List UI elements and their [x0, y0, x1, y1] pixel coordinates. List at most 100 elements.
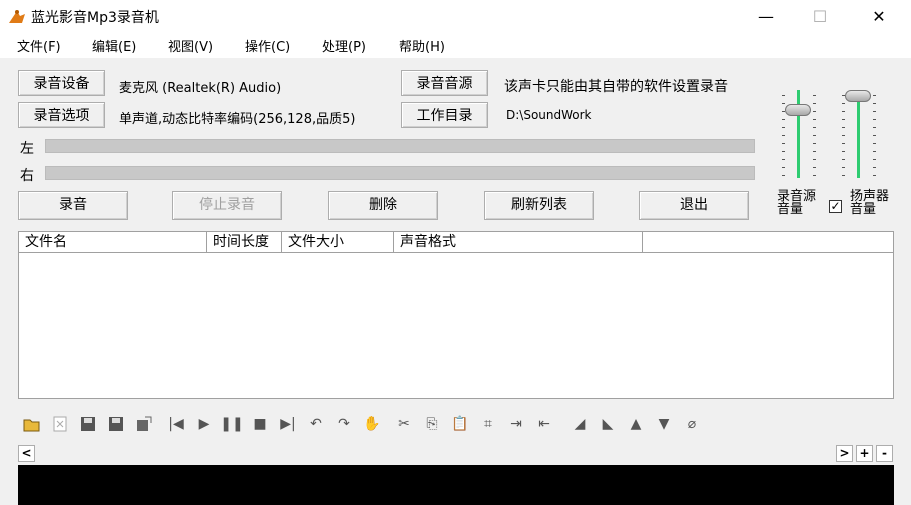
slider-tick: [813, 175, 816, 176]
column-file-size[interactable]: 文件大小: [282, 232, 394, 253]
record-options-button[interactable]: 录音选项: [18, 102, 105, 128]
record-button[interactable]: 录音: [18, 191, 128, 220]
open-icon[interactable]: [22, 414, 42, 434]
clear-icon[interactable]: ⌀: [682, 414, 702, 434]
slider-tick: [813, 103, 816, 104]
slider-tick: [873, 175, 876, 176]
maximize-button[interactable]: ☐: [797, 0, 843, 32]
skip-end-icon[interactable]: ▶|: [278, 414, 298, 434]
zoom-plus-button[interactable]: +: [856, 445, 873, 462]
speaker-volume-slider[interactable]: [845, 90, 871, 102]
stop-record-button[interactable]: 停止录音: [172, 191, 282, 220]
export-icon[interactable]: [134, 414, 154, 434]
slider-tick: [873, 111, 876, 112]
record-source-value: 该声卡只能由其自带的软件设置录音: [504, 79, 728, 95]
slider-tick: [873, 103, 876, 104]
close-button[interactable]: ✕: [856, 0, 902, 32]
fade-in-icon[interactable]: ◢: [570, 414, 590, 434]
delete-button[interactable]: 删除: [328, 191, 438, 220]
slider-tick: [782, 159, 785, 160]
hand-icon[interactable]: ✋: [362, 414, 382, 434]
zoom-out-icon[interactable]: ⇤: [534, 414, 554, 434]
slider-tick: [842, 159, 845, 160]
refresh-list-button[interactable]: 刷新列表: [484, 191, 594, 220]
save-as-icon[interactable]: [106, 414, 126, 434]
source-volume-label-line2: 音量: [777, 202, 804, 217]
volume-down-icon[interactable]: ▼: [654, 414, 674, 434]
slider-tick: [842, 119, 845, 120]
save-icon[interactable]: [78, 414, 98, 434]
slider-tick: [782, 103, 785, 104]
slider-tick: [813, 127, 816, 128]
menu-help[interactable]: 帮助(H): [399, 36, 445, 55]
redo-icon[interactable]: ↷: [334, 414, 354, 434]
slider-tick: [782, 175, 785, 176]
paste-icon[interactable]: 📋: [450, 414, 470, 434]
menu-view[interactable]: 视图(V): [168, 36, 213, 55]
work-dir-value: D:\SoundWork: [506, 108, 592, 122]
select-icon[interactable]: ⌗: [478, 414, 498, 434]
slider-tick: [873, 167, 876, 168]
slider-tick: [842, 135, 845, 136]
menu-process[interactable]: 处理(P): [322, 36, 366, 55]
slider-tick: [842, 103, 845, 104]
column-file-name[interactable]: 文件名: [19, 232, 207, 253]
fade-out-icon[interactable]: ◣: [598, 414, 618, 434]
volume-up-icon[interactable]: ▲: [626, 414, 646, 434]
column-duration[interactable]: 时间长度: [207, 232, 282, 253]
slider-tick: [813, 159, 816, 160]
slider-tick: [842, 175, 845, 176]
slider-tick: [782, 127, 785, 128]
work-dir-button[interactable]: 工作目录: [401, 102, 488, 128]
copy-icon[interactable]: ⎘: [422, 414, 442, 434]
record-device-button[interactable]: 录音设备: [18, 70, 105, 96]
source-volume-label: 录音源 音量: [777, 190, 816, 216]
editor-toolbar: |◀ ▶ ❚❚ ■ ▶| ↶ ↷ ✋ ✂ ⎘ 📋 ⌗ ⇥ ⇤ ◢ ◣ ▲ ▼ ⌀: [18, 410, 894, 438]
slider-tick: [813, 143, 816, 144]
column-empty: [643, 232, 893, 253]
speaker-volume-label: 扬声器 音量: [850, 190, 889, 216]
slider-tick: [813, 95, 816, 96]
undo-icon[interactable]: ↶: [306, 414, 326, 434]
file-list[interactable]: 文件名 时间长度 文件大小 声音格式: [18, 231, 894, 399]
close-file-icon[interactable]: [50, 414, 70, 434]
skip-start-icon[interactable]: |◀: [166, 414, 186, 434]
menu-bar: [0, 32, 911, 58]
slider-tick: [813, 119, 816, 120]
left-level-meter: [45, 139, 755, 153]
speaker-volume-label-line2: 音量: [850, 202, 877, 217]
slider-tick: [842, 143, 845, 144]
left-channel-label: 左: [20, 141, 34, 157]
waveform-scrollbar[interactable]: < > + -: [18, 444, 894, 464]
slider-tick: [782, 151, 785, 152]
slider-tick: [873, 119, 876, 120]
menu-operate[interactable]: 操作(C): [245, 36, 290, 55]
zoom-minus-button[interactable]: -: [876, 445, 893, 462]
stop-icon[interactable]: ■: [250, 414, 270, 434]
exit-button[interactable]: 退出: [639, 191, 749, 220]
column-audio-format[interactable]: 声音格式: [394, 232, 643, 253]
record-options-value: 单声道,动态比特率编码(256,128,品质5): [119, 112, 356, 127]
slider-tick: [813, 151, 816, 152]
speaker-volume-track[interactable]: [857, 90, 860, 178]
menu-file[interactable]: 文件(F): [17, 36, 61, 55]
speaker-volume-ticks: [842, 95, 845, 176]
zoom-in-icon[interactable]: ⇥: [506, 414, 526, 434]
speaker-checkbox[interactable]: ✓: [829, 200, 842, 213]
pause-icon[interactable]: ❚❚: [220, 414, 243, 434]
play-icon[interactable]: ▶: [194, 414, 214, 434]
slider-tick: [813, 111, 816, 112]
scroll-left-button[interactable]: <: [18, 445, 35, 462]
speaker-volume-ticks-right: [873, 95, 876, 176]
minimize-button[interactable]: —: [743, 0, 789, 32]
record-source-button[interactable]: 录音音源: [401, 70, 488, 96]
cut-icon[interactable]: ✂: [394, 414, 414, 434]
right-channel-label: 右: [20, 168, 34, 184]
slider-tick: [842, 167, 845, 168]
source-volume-slider[interactable]: [785, 104, 811, 116]
slider-tick: [842, 111, 845, 112]
waveform-area[interactable]: [18, 465, 894, 505]
menu-edit[interactable]: 编辑(E): [92, 36, 136, 55]
scroll-right-button[interactable]: >: [836, 445, 853, 462]
slider-tick: [813, 167, 816, 168]
